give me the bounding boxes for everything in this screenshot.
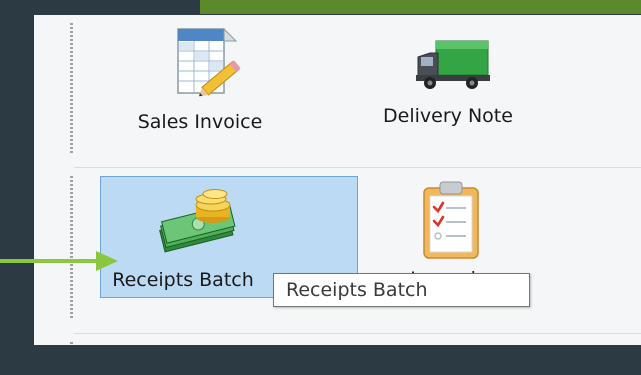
delivery-note-button[interactable]: Delivery Note bbox=[374, 21, 522, 141]
invoice-spreadsheet-pencil-icon bbox=[177, 27, 241, 97]
cash-coins-icon bbox=[159, 189, 236, 253]
ribbon-screenshot: Sales Invoice Delivery Note Receipts Bat… bbox=[34, 15, 641, 345]
sales-invoice-button[interactable]: Sales Invoice bbox=[126, 21, 274, 141]
delivery-truck-icon bbox=[416, 40, 490, 89]
clipboard-checklist-icon bbox=[423, 181, 479, 259]
group-grip bbox=[70, 23, 73, 155]
slide-accent-bar bbox=[200, 0, 641, 14]
delivery-note-label: Delivery Note bbox=[383, 105, 513, 127]
tooltip: Receipts Batch bbox=[273, 273, 530, 307]
pointer-arrow bbox=[0, 251, 118, 271]
ribbon-group-sales: Sales Invoice Delivery Note bbox=[70, 15, 641, 163]
sales-invoice-label: Sales Invoice bbox=[137, 111, 263, 133]
receipts-batch-label: Receipts Batch bbox=[112, 269, 254, 291]
group-grip bbox=[70, 342, 73, 345]
ribbon-group-next bbox=[70, 333, 641, 345]
